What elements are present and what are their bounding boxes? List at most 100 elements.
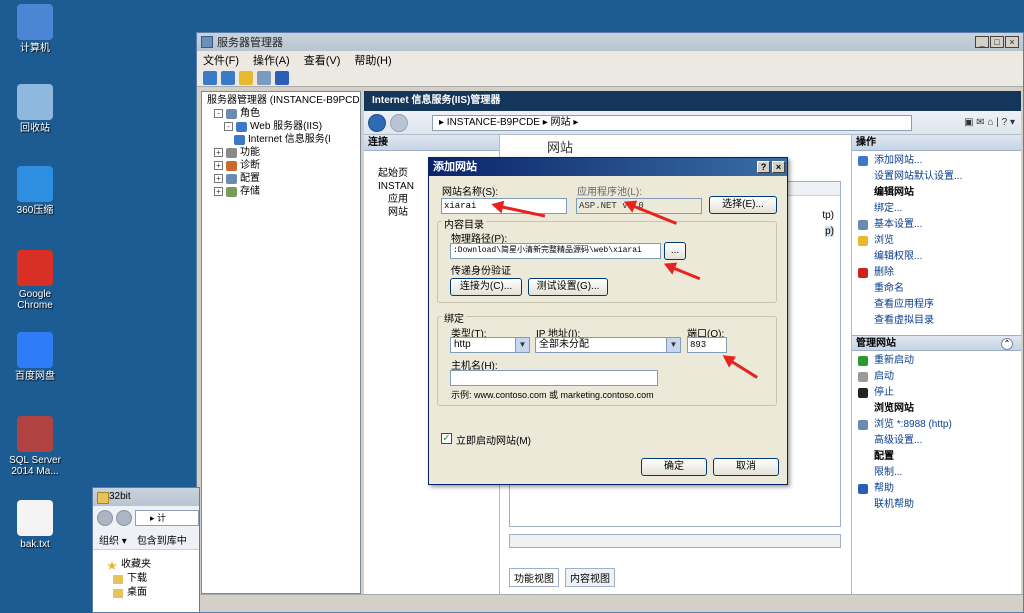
tree-node[interactable]: + 诊断: [204, 159, 358, 172]
action-link[interactable]: 浏览: [858, 233, 1021, 249]
action-link[interactable]: 绑定...: [874, 201, 1021, 217]
desktop-shortcut[interactable]: 百度网盘: [6, 332, 64, 382]
type-select[interactable]: http ▼: [450, 337, 530, 353]
action-link[interactable]: 重新启动: [858, 353, 1021, 369]
manage-site-header[interactable]: 管理网站 ⌃: [852, 335, 1021, 351]
action-link[interactable]: 查看虚拟目录: [874, 313, 1021, 329]
maximize-button[interactable]: □: [990, 36, 1004, 48]
explorer-address[interactable]: ▸ 计: [135, 510, 199, 526]
favorite-item[interactable]: 下载: [113, 572, 199, 586]
forward-icon[interactable]: [116, 510, 132, 526]
tab-features-view[interactable]: 功能视图: [509, 567, 559, 587]
start-immediately-checkbox[interactable]: ✓: [441, 433, 452, 444]
tree-node[interactable]: + 功能: [204, 146, 358, 159]
explorer-title[interactable]: 32bit: [93, 488, 199, 506]
dialog-close-button[interactable]: ×: [772, 161, 785, 173]
action-link[interactable]: 添加网站...: [858, 153, 1021, 169]
back-button[interactable]: [368, 113, 386, 132]
tree-node[interactable]: + 配置: [204, 172, 358, 185]
tree-node[interactable]: + 存储: [204, 185, 358, 198]
address-path[interactable]: ▸ INSTANCE-B9PCDE ▸ 网站 ▸: [432, 114, 912, 131]
menu-item[interactable]: 查看(V): [304, 52, 341, 68]
horizontal-scrollbar[interactable]: [509, 534, 841, 548]
menu-item[interactable]: 文件(F): [203, 52, 239, 68]
action-label: 配置: [874, 451, 894, 462]
chevron-down-icon[interactable]: ▼: [666, 338, 680, 352]
back-icon[interactable]: [97, 510, 113, 526]
address-tools[interactable]: ▣ ✉ ⌂ | ? ▾: [964, 117, 1015, 128]
action-link[interactable]: 停止: [858, 385, 1021, 401]
test-settings-button[interactable]: 测试设置(G)...: [528, 278, 608, 296]
action-link[interactable]: 设置网站默认设置...: [874, 169, 1021, 185]
tab-content-view[interactable]: 内容视图: [565, 567, 615, 587]
action-link[interactable]: 编辑权限...: [874, 249, 1021, 265]
ok-button[interactable]: 确定: [641, 458, 707, 476]
up-folder-icon[interactable]: [239, 70, 253, 85]
action-link[interactable]: 基本设置...: [858, 217, 1021, 233]
show-hide-tree-icon[interactable]: [257, 70, 271, 85]
tree-node[interactable]: 服务器管理器 (INSTANCE-B9PCD: [204, 94, 360, 107]
action-link[interactable]: 删除: [858, 265, 1021, 281]
tree-node-label: Web 服务器(IIS): [250, 121, 323, 132]
action-link[interactable]: 重命名: [874, 281, 1021, 297]
action-link[interactable]: 联机帮助: [874, 497, 1021, 513]
forward-icon[interactable]: [221, 70, 235, 85]
tree-node[interactable]: - 角色: [204, 107, 358, 120]
menu-item[interactable]: 帮助(H): [354, 52, 391, 68]
action-link[interactable]: 浏览 *:8988 (http): [858, 417, 1021, 433]
tree-node-label: 功能: [240, 147, 260, 158]
browse-path-button[interactable]: ...: [664, 242, 686, 260]
explorer-toolbar-item[interactable]: 包含到库中: [137, 532, 187, 547]
action-link[interactable]: 帮助: [858, 481, 1021, 497]
dialog-titlebar[interactable]: 添加网站 ? ×: [429, 158, 787, 176]
collapse-icon[interactable]: -: [224, 122, 233, 131]
tree-node[interactable]: Internet 信息服务(I: [204, 133, 358, 146]
list-item[interactable]: tp): [822, 210, 834, 221]
select-app-pool-button[interactable]: 选择(E)...: [709, 196, 777, 214]
help-button[interactable]: ?: [757, 161, 770, 173]
expand-icon[interactable]: +: [214, 174, 223, 183]
connect-as-button[interactable]: 连接为(C)...: [450, 278, 522, 296]
favorite-item[interactable]: 桌面: [113, 586, 199, 600]
action-link[interactable]: 启动: [858, 369, 1021, 385]
iis-title: Internet 信息服务(IIS)管理器: [364, 91, 1021, 111]
explorer-toolbar-item[interactable]: 组织 ▾: [99, 532, 127, 547]
manage-site-section: 重新启动 启动 停止 浏览网站 浏览 *:8988 (http) 高级设置... 配置限制.…: [852, 351, 1021, 513]
chevron-down-icon[interactable]: ▼: [515, 338, 529, 352]
back-icon[interactable]: [203, 70, 217, 85]
action-link[interactable]: 限制...: [874, 465, 1021, 481]
forward-button[interactable]: [390, 113, 408, 132]
desktop-shortcut[interactable]: 回收站: [6, 84, 64, 134]
browse-icon: [858, 420, 868, 430]
close-button[interactable]: ×: [1005, 36, 1019, 48]
action-label: 重命名: [874, 283, 904, 294]
tree-node[interactable]: - Web 服务器(IIS): [204, 120, 358, 133]
add-website-dialog: 添加网站 ? × 网站名称(S): xiarai 应用程序池(L): ASP.N…: [428, 157, 788, 485]
favorites-header[interactable]: 收藏夹: [107, 558, 199, 572]
expand-icon[interactable]: +: [214, 161, 223, 170]
action-group-heading: 浏览网站: [874, 401, 1021, 417]
desktop-shortcut[interactable]: Google Chrome: [6, 250, 64, 311]
list-item[interactable]: p): [825, 226, 834, 237]
action-link[interactable]: 高级设置...: [874, 433, 1021, 449]
help-icon[interactable]: [275, 70, 289, 85]
collapse-icon[interactable]: ⌃: [1001, 338, 1013, 350]
minimize-button[interactable]: _: [975, 36, 989, 48]
desktop-shortcut[interactable]: bak.txt: [6, 500, 64, 550]
action-link[interactable]: 查看应用程序: [874, 297, 1021, 313]
expand-icon[interactable]: +: [214, 148, 223, 157]
host-name-input[interactable]: [450, 370, 658, 386]
port-input[interactable]: 893: [687, 337, 727, 353]
desktop-shortcut[interactable]: 360压缩: [6, 166, 64, 216]
delete-icon: [858, 268, 868, 278]
ip-address-select[interactable]: 全部未分配 ▼: [535, 337, 681, 353]
collapse-icon[interactable]: -: [214, 109, 223, 118]
cancel-button[interactable]: 取消: [713, 458, 779, 476]
desktop-shortcut[interactable]: SQL Server 2014 Ma...: [6, 416, 64, 477]
physical-path-input[interactable]: :Download\简星小清新完整精品源码\web\xiarai: [450, 243, 661, 259]
expand-icon[interactable]: +: [214, 187, 223, 196]
menu-item[interactable]: 操作(A): [253, 52, 290, 68]
server-manager-titlebar[interactable]: 服务器管理器 _ □ ×: [197, 33, 1023, 51]
actions-pane: 操作 添加网站... 设置网站默认设置... 编辑网站 绑定... 基本设置... 浏览编…: [851, 135, 1021, 594]
desktop-shortcut[interactable]: 计算机: [6, 4, 64, 54]
